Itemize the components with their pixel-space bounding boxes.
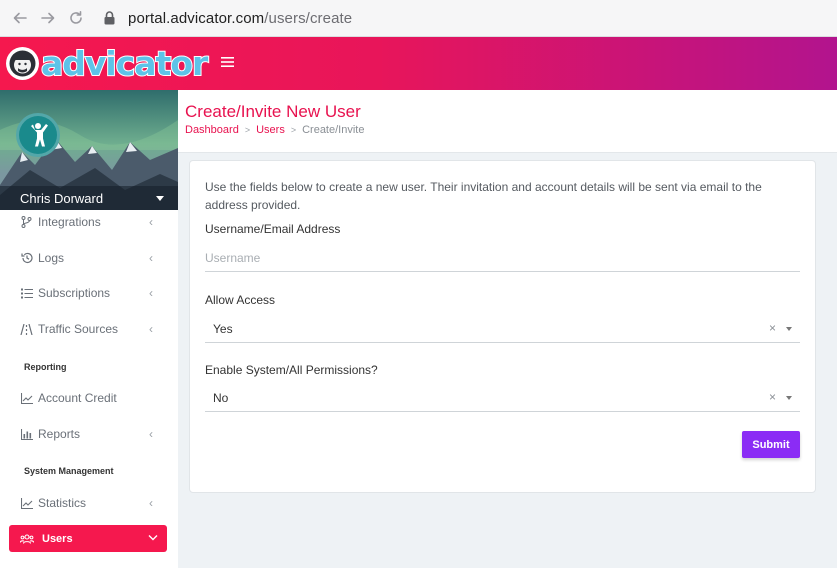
line-chart-icon bbox=[20, 392, 33, 405]
chevron-left-icon: ‹ bbox=[149, 496, 153, 510]
form-instructions: Use the fields below to create a new use… bbox=[205, 180, 762, 212]
reload-icon[interactable] bbox=[62, 4, 90, 32]
section-heading-reporting: Reporting bbox=[24, 362, 67, 372]
sidebar-item-label: Account Credit bbox=[38, 391, 117, 405]
sidebar-item-account-credit[interactable]: Account Credit bbox=[0, 386, 178, 410]
section-heading-system-management: System Management bbox=[24, 466, 114, 476]
dropdown-arrow-icon[interactable] bbox=[786, 327, 792, 331]
sidebar-item-label: Subscriptions bbox=[38, 286, 111, 300]
sidebar-item-label: Statistics bbox=[38, 496, 87, 510]
clear-icon[interactable]: × bbox=[769, 390, 776, 404]
sidebar-item-users[interactable]: Users bbox=[9, 525, 167, 552]
road-icon bbox=[20, 323, 33, 336]
breadcrumb-dashboard[interactable]: Dashboard bbox=[185, 124, 239, 136]
bar-chart-icon bbox=[20, 428, 33, 441]
brand-logo[interactable]: advicator bbox=[6, 44, 209, 83]
app-header: advicator bbox=[0, 37, 837, 90]
advisor-face-icon bbox=[6, 47, 39, 80]
profile-dropdown[interactable]: Chris Dorward bbox=[0, 186, 178, 210]
chevron-left-icon: ‹ bbox=[149, 251, 153, 265]
browser-toolbar: portal.advicator.com/users/create bbox=[0, 0, 837, 37]
chevron-left-icon: ‹ bbox=[149, 322, 153, 336]
page-header: Create/Invite New User Dashboard > Users… bbox=[178, 90, 837, 153]
allow-access-select[interactable]: Yes × bbox=[205, 315, 800, 343]
hamburger-icon[interactable] bbox=[221, 56, 235, 72]
list-icon bbox=[20, 287, 33, 300]
sidebar-item-statistics[interactable]: Statistics ‹ bbox=[0, 491, 178, 515]
sidebar-item-traffic-sources[interactable]: Traffic Sources ‹ bbox=[0, 317, 178, 341]
sidebar-item-label: Traffic Sources bbox=[38, 322, 119, 336]
branch-icon bbox=[20, 216, 33, 229]
sidebar-item-logs[interactable]: Logs ‹ bbox=[0, 246, 178, 270]
history-icon bbox=[20, 252, 33, 265]
avatar[interactable] bbox=[16, 113, 60, 157]
users-icon bbox=[20, 533, 34, 544]
chevron-down-icon bbox=[148, 532, 158, 544]
clear-icon[interactable]: × bbox=[769, 321, 776, 335]
page-title: Create/Invite New User bbox=[185, 102, 361, 121]
brand-wordmark: advicator bbox=[40, 44, 209, 83]
create-user-form: Use the fields below to create a new use… bbox=[189, 160, 816, 493]
sidebar: Chris Dorward Integrations ‹ Logs ‹ Subs… bbox=[0, 90, 178, 568]
breadcrumb-separator-icon: > bbox=[244, 125, 251, 135]
username-label: Username/Email Address bbox=[205, 222, 341, 236]
address-bar[interactable]: portal.advicator.com/users/create bbox=[128, 10, 352, 27]
sidebar-item-subscriptions[interactable]: Subscriptions ‹ bbox=[0, 281, 178, 305]
url-host: portal.advicator.com bbox=[128, 9, 265, 27]
sidebar-item-reports[interactable]: Reports ‹ bbox=[0, 422, 178, 446]
breadcrumb-users[interactable]: Users bbox=[256, 124, 285, 136]
dropdown-arrow-icon[interactable] bbox=[786, 396, 792, 400]
breadcrumb: Dashboard > Users > Create/Invite bbox=[185, 124, 364, 136]
lock-icon bbox=[104, 11, 116, 25]
back-icon[interactable] bbox=[6, 4, 34, 32]
sidebar-item-label: Logs bbox=[38, 251, 65, 265]
breadcrumb-separator-icon: > bbox=[290, 125, 297, 135]
caret-down-icon bbox=[156, 195, 164, 201]
profile-name: Chris Dorward bbox=[20, 190, 104, 206]
allow-access-label: Allow Access bbox=[205, 293, 276, 307]
submit-button[interactable]: Submit bbox=[742, 431, 800, 458]
sidebar-item-integrations[interactable]: Integrations ‹ bbox=[0, 210, 178, 234]
permissions-value: No bbox=[213, 390, 229, 405]
permissions-label: Enable System/All Permissions? bbox=[205, 363, 378, 377]
chevron-left-icon: ‹ bbox=[149, 427, 153, 441]
forward-icon[interactable] bbox=[34, 4, 62, 32]
profile-panel: Chris Dorward bbox=[0, 90, 178, 210]
url-path: /users/create bbox=[264, 9, 353, 27]
username-input[interactable] bbox=[205, 244, 800, 272]
allow-access-value: Yes bbox=[213, 321, 233, 336]
person-waving-icon bbox=[31, 123, 48, 147]
chevron-left-icon: ‹ bbox=[149, 286, 153, 300]
line-chart-icon bbox=[20, 497, 33, 510]
sidebar-item-label: Reports bbox=[38, 427, 81, 441]
chevron-left-icon: ‹ bbox=[149, 215, 153, 229]
sidebar-item-label: Integrations bbox=[38, 215, 101, 229]
permissions-select[interactable]: No × bbox=[205, 384, 800, 412]
breadcrumb-current: Create/Invite bbox=[302, 124, 365, 136]
sidebar-item-label: Users bbox=[42, 532, 73, 545]
